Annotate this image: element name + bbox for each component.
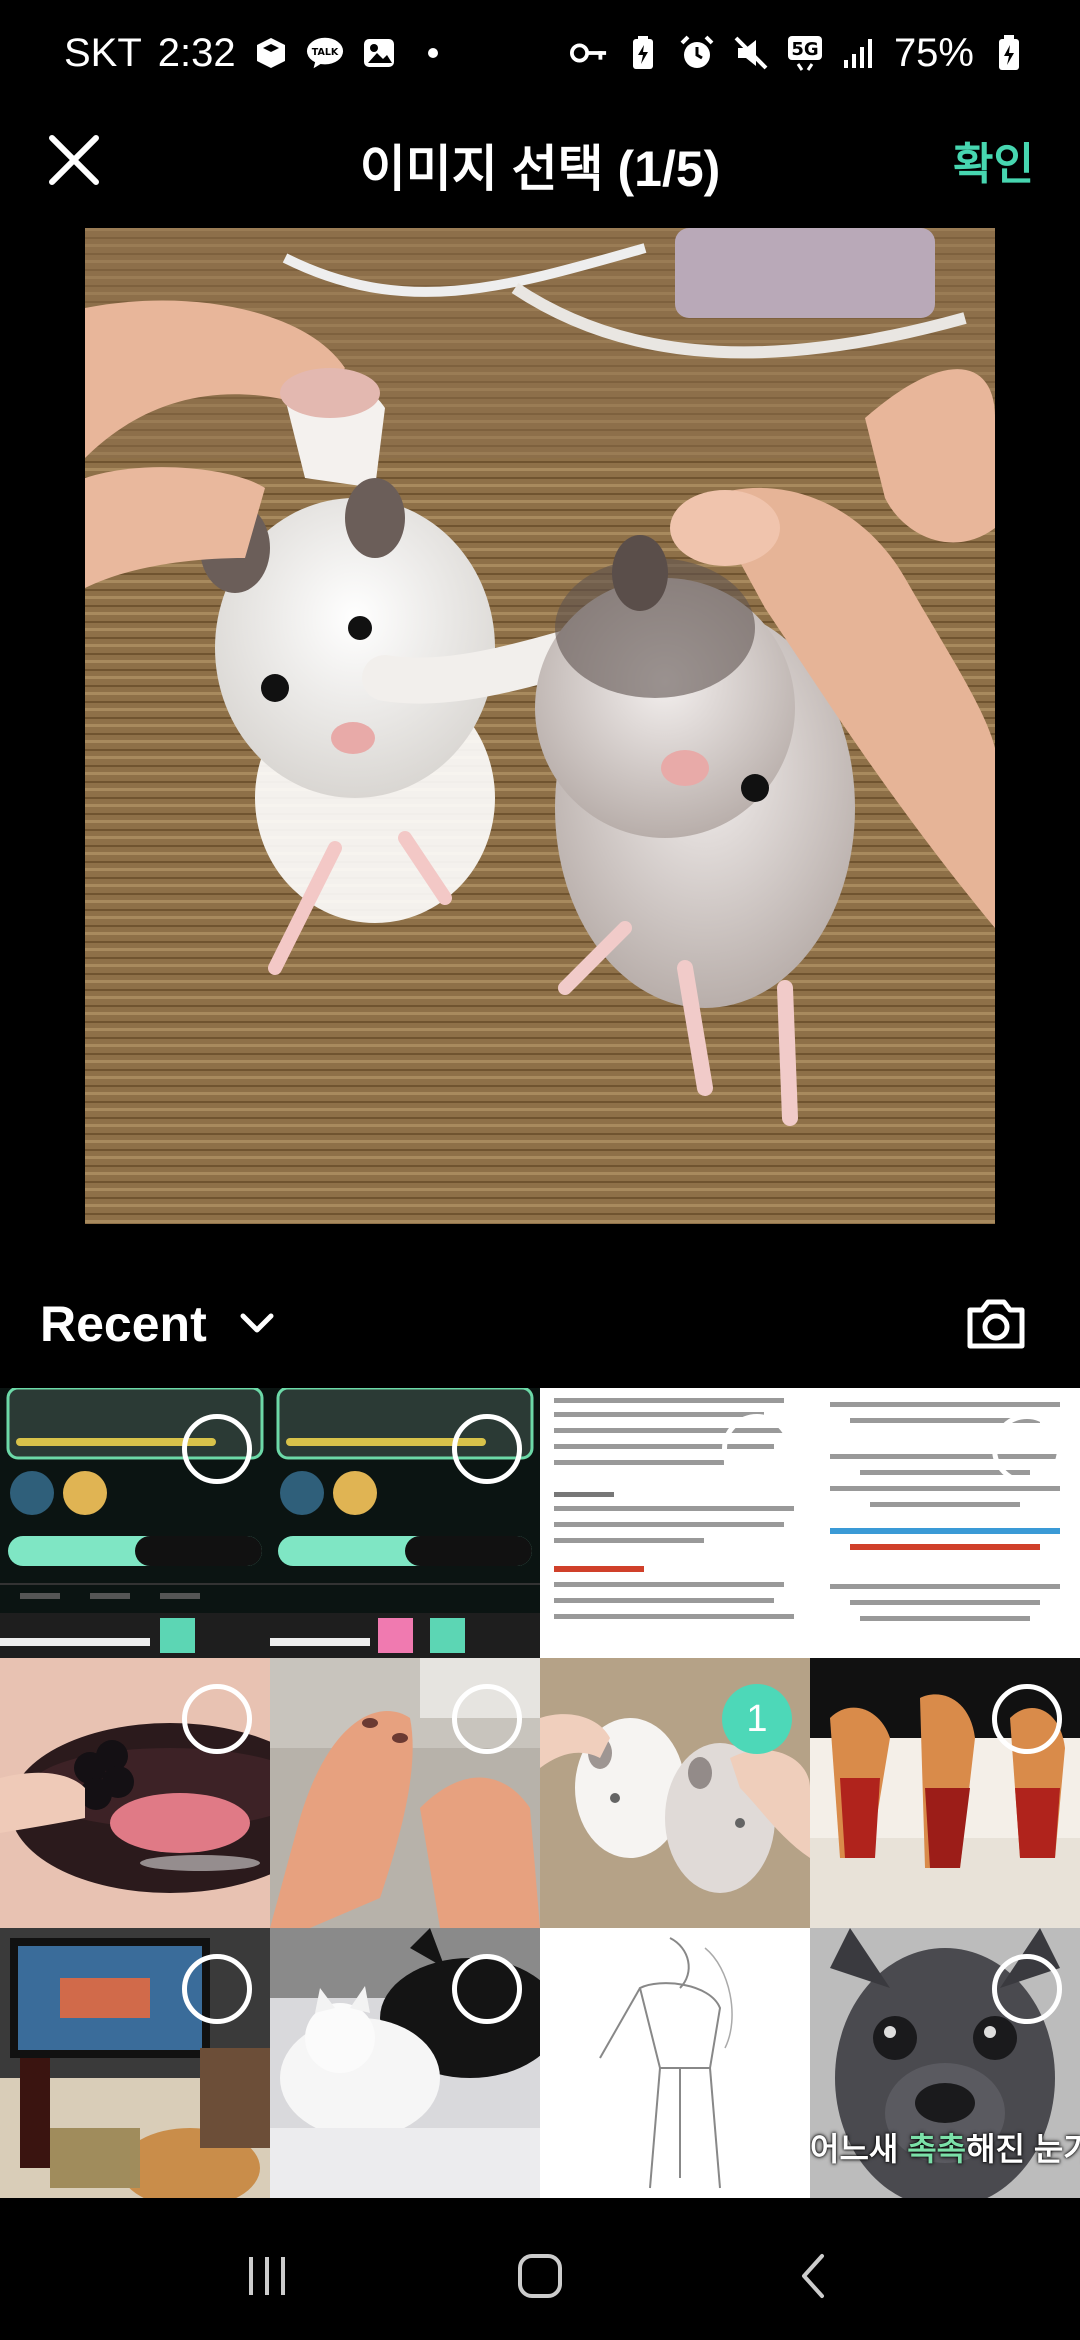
chevron-down-icon[interactable] [237,1304,277,1344]
thumbnail-screenshot-app-2[interactable] [270,1388,540,1658]
thumbnail-photo-hands[interactable] [270,1658,540,1928]
gallery-icon [360,34,398,72]
battery-charging-icon [990,34,1028,72]
select-checkbox[interactable] [182,1954,252,2024]
status-right: 5G 75% [569,30,1028,76]
select-checkbox[interactable] [992,1414,1062,1484]
recent-apps-icon [248,2257,285,2295]
camera-button[interactable] [962,1292,1030,1356]
video-caption: 어느새 촉촉해진 눈가.. [810,2124,1080,2170]
thumbnail-photo-dog[interactable]: 어느새 촉촉해진 눈가.. [810,1928,1080,2198]
thumbnail-sketch[interactable] [540,1928,810,2198]
clock: 2:32 [157,30,236,75]
select-checkbox[interactable] [722,1414,792,1484]
thumbnail-photo-desk[interactable] [0,1928,270,2198]
select-checkbox[interactable] [452,1414,522,1484]
close-icon [49,135,99,185]
select-checkbox[interactable] [452,1954,522,2024]
select-checkbox[interactable] [992,1954,1062,2024]
alarm-icon [678,34,716,72]
talk-label: TALK [311,47,338,58]
key-icon [569,34,608,72]
thumbnail-screenshot-document-1[interactable] [540,1388,810,1658]
home-icon [517,2254,562,2298]
thumbnail-photo-hamsters[interactable]: 1 [540,1658,810,1928]
header: 이미지 선택 (1/5) 확인 [0,106,1080,224]
thumbnail-screenshot-document-2[interactable] [810,1388,1080,1658]
network-label: 5G [791,39,818,60]
page-title: 이미지 선택 (1/5) [359,141,721,197]
status-bar: SKT 2:32 TALK 5G 75% [0,0,1080,106]
select-checkbox[interactable] [182,1414,252,1484]
thumbnail-photo-lips[interactable] [0,1658,270,1928]
thumbnail-screenshot-app-1[interactable] [0,1388,270,1658]
home-button[interactable] [495,2236,585,2316]
selected-badge[interactable]: 1 [722,1684,792,1754]
recent-apps-button[interactable] [222,2236,312,2316]
back-icon [802,2254,825,2298]
battery-saver-icon [624,34,662,72]
thumbnail-photo-cat-dog[interactable] [270,1928,540,2198]
hamsters-photo [85,228,995,1224]
thumbnail-grid: 1 어느새 촉촉해진 눈가 [0,1388,1080,2198]
select-checkbox[interactable] [992,1684,1062,1754]
carrier-label: SKT [64,30,142,75]
album-row: Recent [0,1260,1080,1388]
album-selector[interactable]: Recent [40,1295,207,1353]
confirm-button[interactable]: 확인 [953,128,1034,192]
selected-image-preview[interactable] [85,228,995,1224]
caption-part: 해진 눈가.. [966,2131,1080,2167]
notification-dot-icon [427,48,438,58]
network-5g-icon: 5G [786,34,824,72]
camera-icon [967,1299,1025,1349]
box-app-icon [252,34,290,72]
sketch-image [540,1928,810,2198]
talk-icon: TALK [306,34,344,72]
select-checkbox[interactable] [182,1684,252,1754]
thumbnail-illustration[interactable] [810,1658,1080,1928]
navigation-bar [0,2212,1080,2340]
signal-icon [840,34,878,72]
mute-icon [732,34,770,72]
close-button[interactable] [40,126,108,194]
back-button[interactable] [768,2236,858,2316]
status-left: SKT 2:32 TALK [64,31,438,76]
battery-percent: 75% [893,30,974,75]
select-checkbox[interactable] [452,1684,522,1754]
caption-highlight: 촉촉 [907,2131,967,2167]
caption-part: 어느새 [810,2131,908,2167]
